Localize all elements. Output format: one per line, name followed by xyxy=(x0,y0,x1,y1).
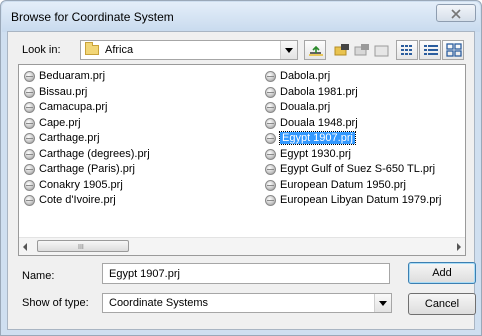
list-item[interactable]: Beduaram.prj xyxy=(23,69,150,85)
name-label: Name: xyxy=(22,270,55,282)
globe-icon xyxy=(24,148,35,160)
globe-icon xyxy=(265,102,276,113)
thumbnails-view-icon xyxy=(446,43,462,57)
list-view-icon xyxy=(401,45,412,55)
list-item[interactable]: Cote d'Ivoire.prj xyxy=(23,193,150,209)
look-in-label: Look in: xyxy=(22,44,61,56)
globe-icon xyxy=(265,133,276,144)
name-field[interactable]: Egypt 1907.prj xyxy=(102,263,390,284)
title-bar: Browse for Coordinate System xyxy=(2,2,480,32)
list-item[interactable]: Carthage.prj xyxy=(23,131,150,147)
globe-icon xyxy=(265,179,276,191)
chevron-down-icon[interactable] xyxy=(374,294,391,312)
close-button[interactable] xyxy=(436,4,476,22)
folder-icon xyxy=(85,42,99,55)
globe-icon xyxy=(265,71,276,82)
globe-icon xyxy=(265,117,276,129)
details-view-button[interactable] xyxy=(419,40,441,60)
list-item[interactable]: European Datum 1950.prj xyxy=(264,178,441,194)
type-dropdown[interactable]: Coordinate Systems xyxy=(102,293,392,313)
details-view-icon xyxy=(424,45,438,55)
look-in-dropdown[interactable]: Africa xyxy=(80,40,298,60)
type-value: Coordinate Systems xyxy=(109,297,209,309)
add-button[interactable]: Add xyxy=(408,262,476,284)
list-item[interactable]: Douala.prj xyxy=(264,100,441,116)
chevron-down-icon[interactable] xyxy=(280,41,297,59)
thumbnails-view-button[interactable] xyxy=(442,40,464,60)
scrollbar-grip: III xyxy=(78,244,84,251)
list-item[interactable]: Carthage (degrees).prj xyxy=(23,147,150,163)
dialog-window: Browse for Coordinate System Look in: Af… xyxy=(0,0,482,336)
look-in-value: Africa xyxy=(105,44,134,56)
list-item[interactable]: Dabola 1981.prj xyxy=(264,85,441,101)
close-icon xyxy=(451,9,461,19)
list-item[interactable]: Dabola.prj xyxy=(264,69,441,85)
disconnect-folder-icon xyxy=(354,44,369,56)
globe-icon xyxy=(24,102,35,113)
horizontal-scrollbar[interactable]: III xyxy=(19,237,465,255)
scroll-right-arrow-icon[interactable] xyxy=(457,243,461,251)
globe-icon xyxy=(24,164,35,175)
up-folder-icon xyxy=(309,45,323,56)
list-item[interactable]: Cape.prj xyxy=(23,116,150,132)
list-item-selected[interactable]: Egypt 1907.prj xyxy=(264,131,441,147)
list-item[interactable]: Egypt Gulf of Suez S-650 TL.prj xyxy=(264,162,441,178)
new-folder-button[interactable] xyxy=(370,40,392,60)
list-item[interactable]: Egypt 1930.prj xyxy=(264,147,441,163)
list-item[interactable]: Carthage (Paris).prj xyxy=(23,162,150,178)
file-column-1: Beduaram.prj Bissau.prj Camacupa.prj Cap… xyxy=(23,69,150,209)
type-label: Show of type: xyxy=(22,297,89,309)
globe-icon xyxy=(24,195,35,206)
globe-icon xyxy=(24,71,35,82)
dialog-title: Browse for Coordinate System xyxy=(11,10,174,24)
dialog-body: Look in: Africa Beduaram.prj Bissau.prj … xyxy=(7,31,476,330)
connect-folder-button[interactable] xyxy=(330,40,352,60)
list-item[interactable]: European Libyan Datum 1979.prj xyxy=(264,193,441,209)
globe-icon xyxy=(265,148,276,160)
globe-icon xyxy=(24,179,35,191)
globe-icon xyxy=(265,164,276,175)
list-view-button[interactable] xyxy=(396,40,418,60)
list-item[interactable]: Conakry 1905.prj xyxy=(23,178,150,194)
scrollbar-thumb[interactable]: III xyxy=(37,240,129,252)
list-item[interactable]: Camacupa.prj xyxy=(23,100,150,116)
globe-icon xyxy=(24,86,35,98)
file-list[interactable]: Beduaram.prj Bissau.prj Camacupa.prj Cap… xyxy=(18,64,466,256)
cancel-button[interactable]: Cancel xyxy=(408,293,476,315)
new-folder-icon xyxy=(374,45,389,57)
list-item[interactable]: Bissau.prj xyxy=(23,85,150,101)
connect-folder-icon xyxy=(334,44,349,56)
file-column-2: Dabola.prj Dabola 1981.prj Douala.prj Do… xyxy=(264,69,441,209)
globe-icon xyxy=(265,195,276,206)
up-folder-button[interactable] xyxy=(304,40,326,60)
scroll-left-arrow-icon[interactable] xyxy=(23,243,27,251)
globe-icon xyxy=(24,133,35,144)
list-item[interactable]: Douala 1948.prj xyxy=(264,116,441,132)
disconnect-folder-button[interactable] xyxy=(350,40,372,60)
globe-icon xyxy=(24,117,35,129)
globe-icon xyxy=(265,86,276,98)
